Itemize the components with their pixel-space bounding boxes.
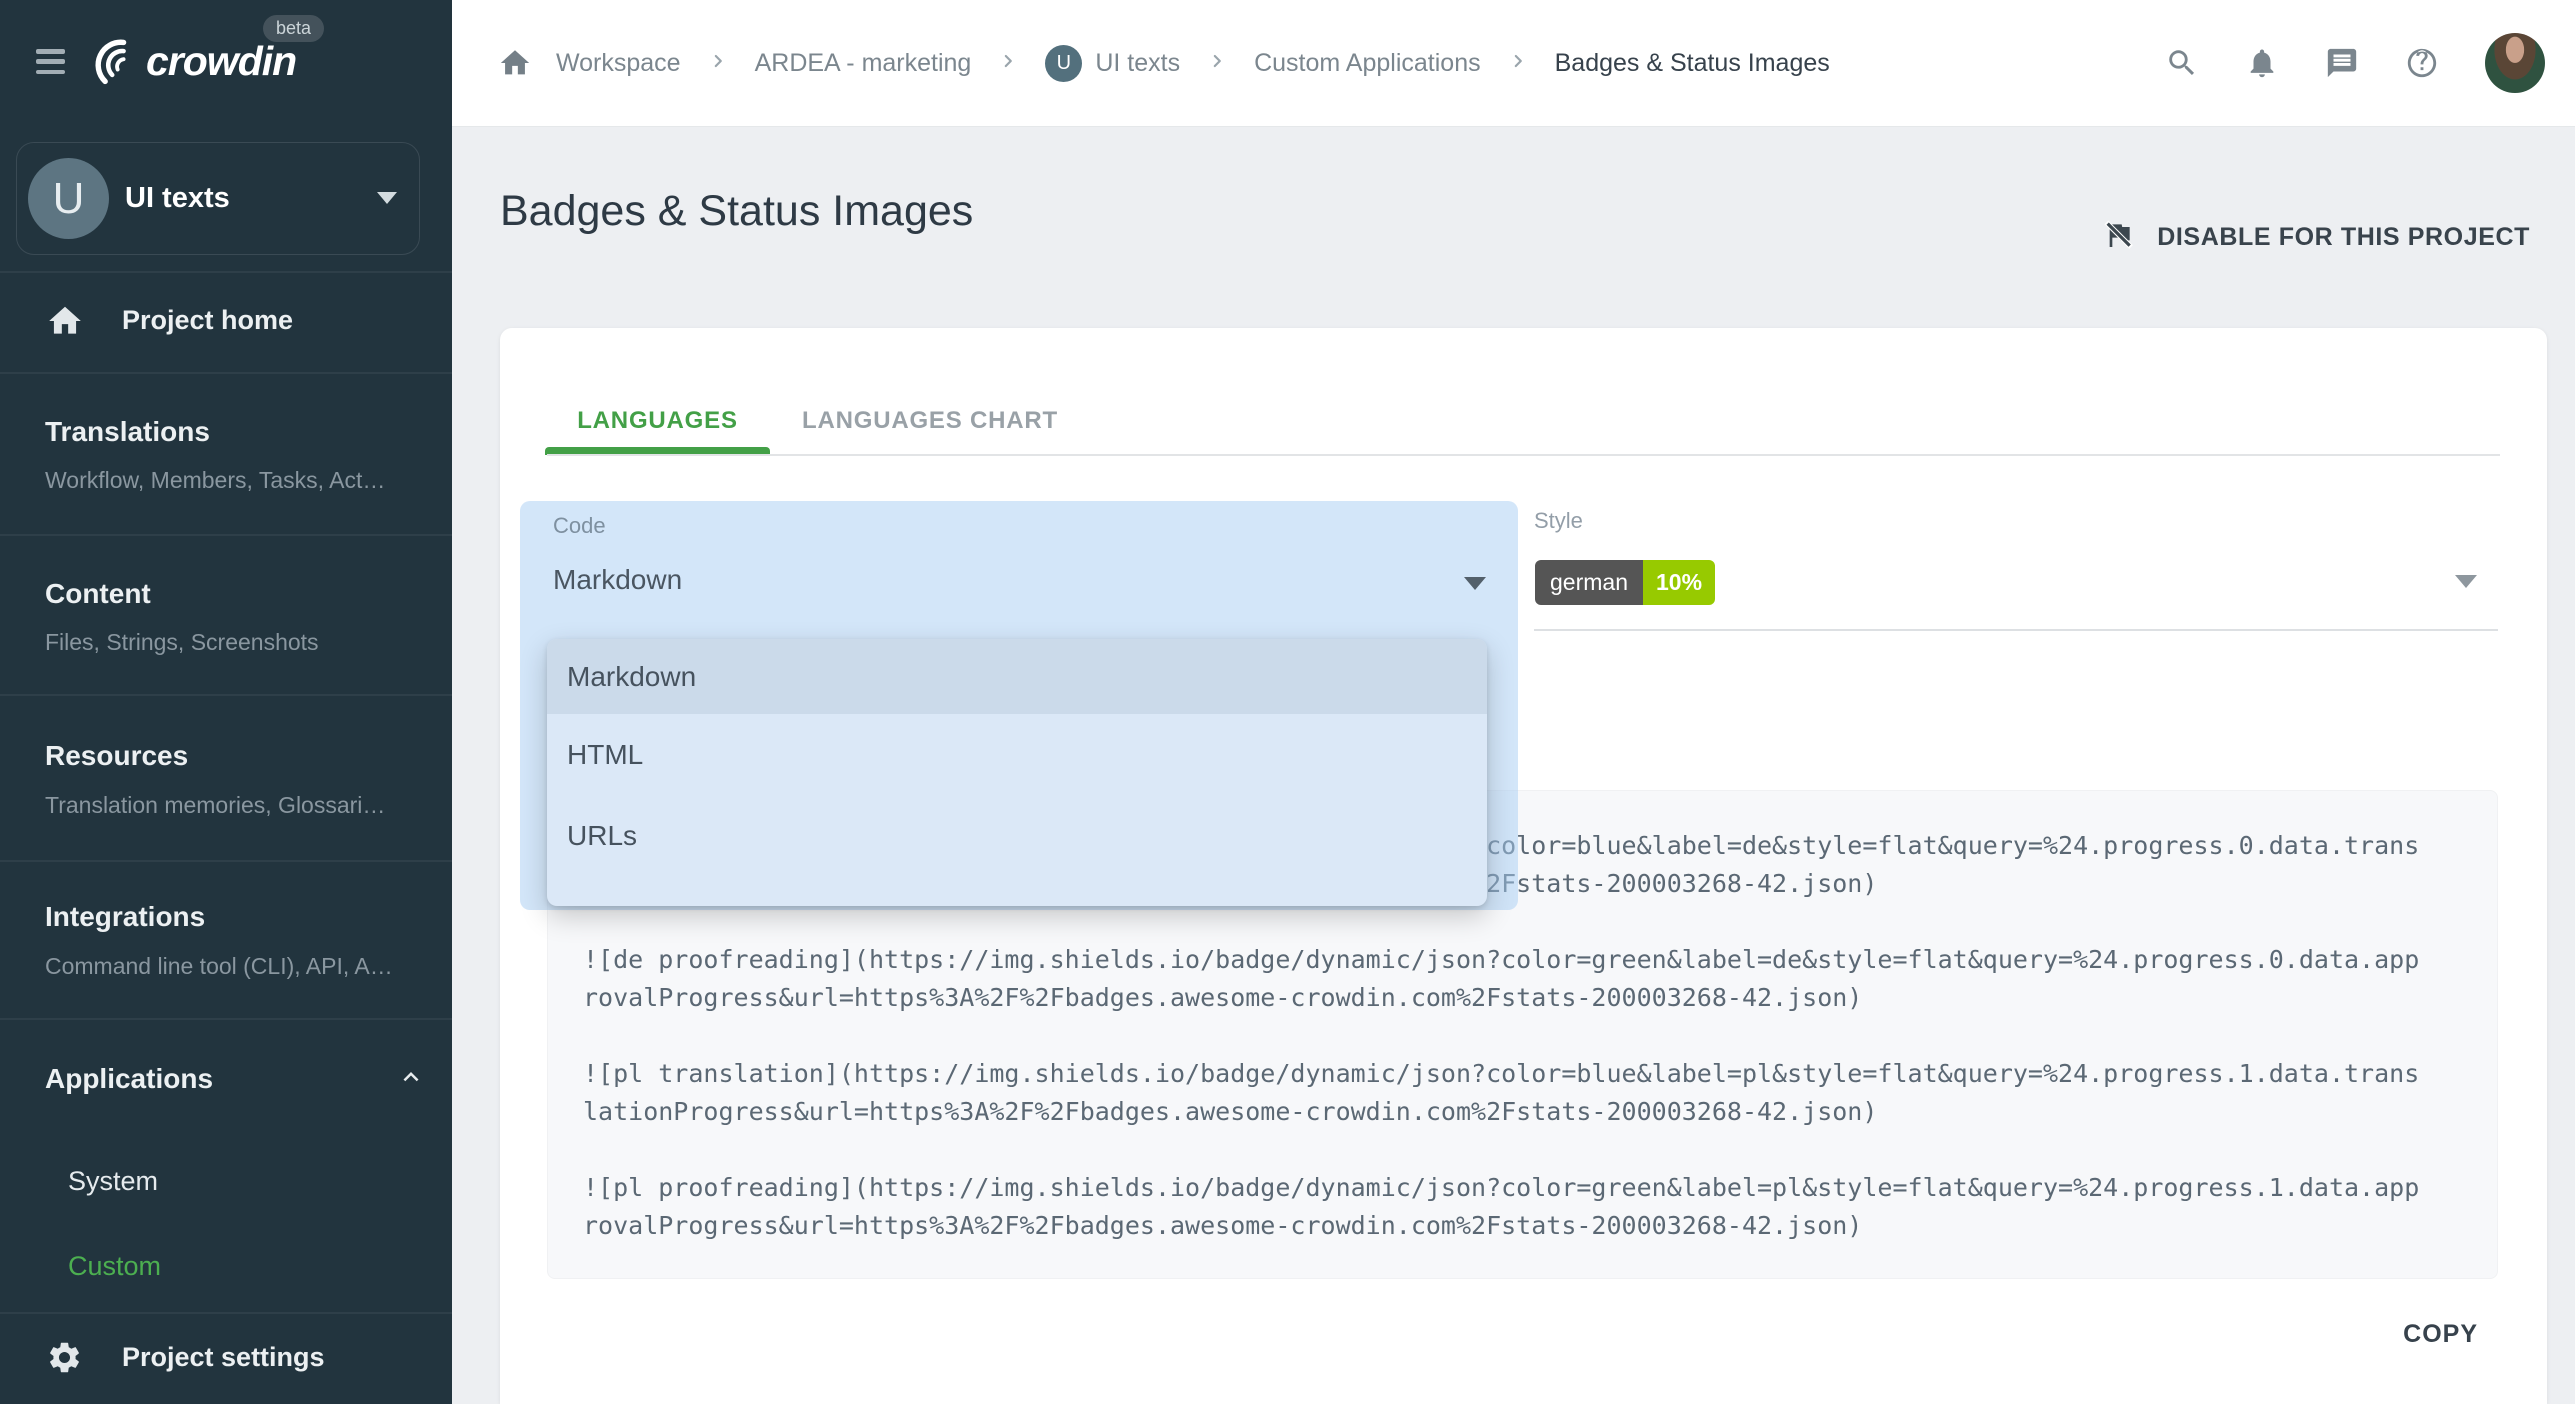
code-paragraph: ![de proofreading](https://img.shields.i… <box>583 941 2462 1017</box>
breadcrumb-workspace[interactable]: Workspace <box>556 49 681 78</box>
breadcrumb-separator-icon <box>1204 48 1230 79</box>
flag-off-icon <box>2103 219 2135 256</box>
home-icon <box>46 302 84 345</box>
project-name: UI texts <box>125 143 230 253</box>
code-paragraph: ![pl translation](https://img.shields.io… <box>583 1055 2462 1131</box>
sidebar-item-content[interactable]: Content <box>45 578 151 610</box>
breadcrumb-organization[interactable]: ARDEA - marketing <box>755 49 972 78</box>
breadcrumb-separator-icon <box>705 48 731 79</box>
disable-button-label: DISABLE FOR THIS PROJECT <box>2157 223 2530 252</box>
sidebar-item-custom[interactable]: Custom <box>68 1251 161 1282</box>
page-title: Badges & Status Images <box>500 187 973 236</box>
dropdown-option-html[interactable]: HTML <box>547 714 1487 795</box>
chevron-down-icon[interactable] <box>2455 575 2477 588</box>
sidebar-item-translations-subtitle: Workflow, Members, Tasks, Act… <box>45 467 385 494</box>
messages-icon[interactable] <box>2325 46 2359 80</box>
sidebar-item-integrations[interactable]: Integrations <box>45 901 205 933</box>
topbar: Workspace ARDEA - marketing U UI texts C… <box>452 0 2575 127</box>
divider <box>547 454 2500 456</box>
sidebar-item-label: Project settings <box>122 1342 325 1373</box>
sidebar-item-applications[interactable]: Applications <box>45 1063 213 1095</box>
sidebar-item-translations[interactable]: Translations <box>45 416 210 448</box>
breadcrumb-separator-icon <box>995 48 1021 79</box>
style-select-label: Style <box>1534 508 1583 534</box>
code-paragraph: ![pl proofreading](https://img.shields.i… <box>583 1169 2462 1245</box>
code-select-label: Code <box>553 513 606 539</box>
search-icon[interactable] <box>2165 46 2199 80</box>
sidebar-item-resources-subtitle: Translation memories, Glossari… <box>45 792 385 819</box>
project-avatar: U <box>1045 45 1082 82</box>
breadcrumb-separator-icon <box>1505 48 1531 79</box>
sidebar: crowdin beta U UI texts Project home Tra… <box>0 0 452 1404</box>
dropdown-option-markdown[interactable]: Markdown <box>547 639 1487 714</box>
breadcrumb-custom-applications[interactable]: Custom Applications <box>1254 49 1481 78</box>
user-avatar[interactable] <box>2485 33 2545 93</box>
code-line: ![de proofreading](https://img.shields.i… <box>583 941 2462 979</box>
app-window: crowdin beta U UI texts Project home Tra… <box>0 0 2575 1404</box>
code-line: rovalProgress&url=https%3A%2F%2Fbadges.a… <box>583 1207 2462 1245</box>
dropdown-option-urls[interactable]: URLs <box>547 795 1487 876</box>
notifications-bell-icon[interactable] <box>2245 46 2279 80</box>
crowdin-logo-icon[interactable] <box>90 36 142 95</box>
beta-badge: beta <box>263 15 324 42</box>
home-breadcrumb-icon[interactable] <box>498 46 532 80</box>
badge-value-part: 10% <box>1643 560 1715 605</box>
code-line: lationProgress&url=https%3A%2F%2Fbadges.… <box>583 1093 2462 1131</box>
divider <box>0 694 452 696</box>
hamburger-menu-icon[interactable] <box>36 49 65 74</box>
select-underline <box>1534 629 2498 631</box>
crowdin-logo-text[interactable]: crowdin <box>146 38 296 85</box>
sidebar-item-system[interactable]: System <box>68 1166 158 1197</box>
divider <box>0 1018 452 1020</box>
gear-icon <box>46 1339 83 1381</box>
breadcrumb-project[interactable]: U UI texts <box>1045 45 1180 82</box>
sidebar-item-label: Project home <box>122 305 293 336</box>
project-avatar: U <box>28 158 109 239</box>
code-select-dropdown: Markdown HTML URLs <box>547 639 1487 906</box>
sidebar-item-resources[interactable]: Resources <box>45 740 188 772</box>
main-content: Badges & Status Images DISABLE FOR THIS … <box>452 127 2575 1404</box>
copy-button[interactable]: COPY <box>2403 1320 2478 1349</box>
tab-label: LANGUAGES <box>577 407 738 435</box>
sidebar-item-content-subtitle: Files, Strings, Screenshots <box>45 629 319 656</box>
chevron-up-icon[interactable] <box>396 1062 426 1097</box>
chevron-down-icon <box>377 192 397 204</box>
sidebar-item-project-home[interactable]: Project home <box>0 272 452 372</box>
code-line: ![pl proofreading](https://img.shields.i… <box>583 1169 2462 1207</box>
breadcrumb: Workspace ARDEA - marketing U UI texts C… <box>498 0 1830 126</box>
chevron-down-icon[interactable] <box>1464 577 1486 590</box>
tab-languages[interactable]: LANGUAGES <box>545 388 770 454</box>
topbar-actions <box>2165 0 2545 126</box>
breadcrumb-project-label: UI texts <box>1095 49 1180 78</box>
sidebar-item-integrations-subtitle: Command line tool (CLI), API, A… <box>45 953 393 980</box>
breadcrumb-current-page: Badges & Status Images <box>1555 49 1830 78</box>
badges-card: LANGUAGES LANGUAGES CHART Style german 1… <box>500 328 2547 1404</box>
code-line: ![pl translation](https://img.shields.io… <box>583 1055 2462 1093</box>
divider <box>0 860 452 862</box>
divider <box>0 372 452 374</box>
disable-for-project-button[interactable]: DISABLE FOR THIS PROJECT <box>2103 219 2530 256</box>
style-select-value[interactable]: german 10% <box>1535 560 1715 605</box>
sidebar-item-project-settings[interactable]: Project settings <box>0 1313 452 1404</box>
code-select-value: Markdown <box>553 564 682 596</box>
project-switcher[interactable]: U UI texts <box>16 142 420 255</box>
tab-label: LANGUAGES CHART <box>802 407 1058 435</box>
divider <box>0 534 452 536</box>
tab-languages-chart[interactable]: LANGUAGES CHART <box>800 388 1060 454</box>
code-line: rovalProgress&url=https%3A%2F%2Fbadges.a… <box>583 979 2462 1017</box>
badge-label-part: german <box>1535 560 1643 605</box>
help-icon[interactable] <box>2405 46 2439 80</box>
